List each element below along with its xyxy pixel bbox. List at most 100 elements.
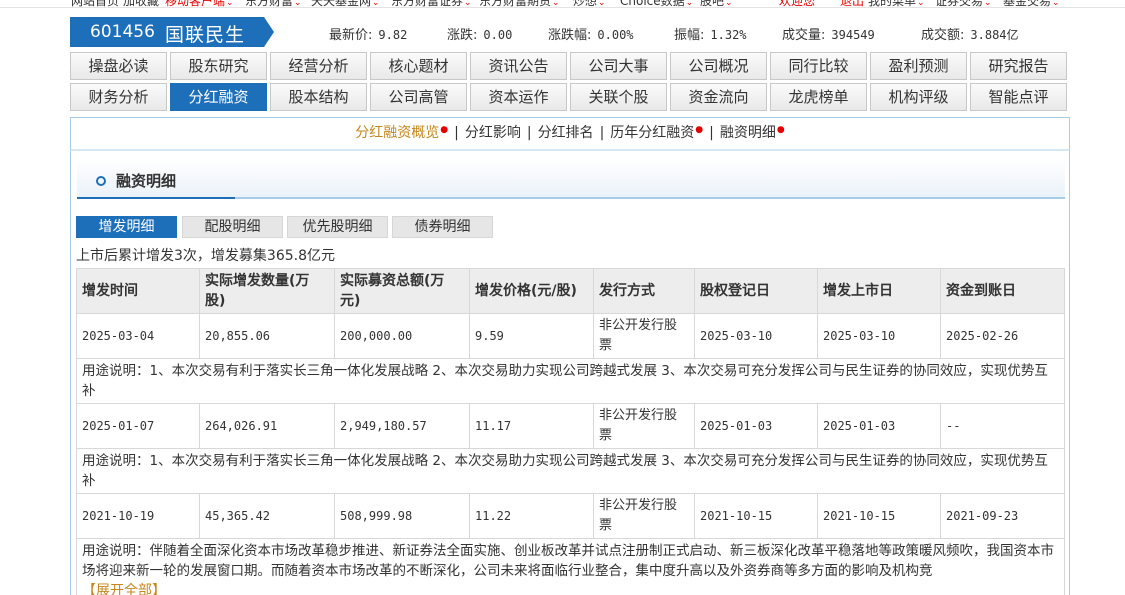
top-nav-item[interactable]: 炒想⌄ [573,0,606,9]
tab-row1-2[interactable]: 经营分析 [270,52,367,80]
tab-row2-5[interactable]: 关联个股 [570,83,667,111]
tab-row2-0[interactable]: 财务分析 [70,83,167,111]
top-nav-item[interactable]: 基金交易⌄ [1003,0,1060,9]
col-header-listing-date: 增发上市日 [817,268,941,314]
tab-row2-3[interactable]: 公司高管 [370,83,467,111]
col-header-issue-price: 增发价格(元/股) [469,268,594,314]
cell-record-date: 2025-01-03 [694,403,818,449]
quote-volume: 成交量: 394549 [782,28,875,43]
cell-issue-date: 2025-01-07 [76,403,200,449]
table-usage-row: 用途说明：伴随着全面深化资本市场改革稳步推进、新证券法全面实施、创业板改革并试点… [76,538,1065,595]
tab-row1-5[interactable]: 公司大事 [570,52,667,80]
cell-record-date: 2025-03-10 [694,313,818,359]
cell-funds-arrival-date: 2025-02-26 [940,313,1065,359]
usage-description: 用途说明：1、本次交易有利于落实长三角一体化发展战略 2、本次交易助力实现公司跨… [76,448,1065,494]
chevron-down-icon: ⌄ [1052,0,1060,8]
issuance-table: 增发时间 实际增发数量(万股) 实际募资总额(万元) 增发价格(元/股) 发行方… [76,268,1065,595]
top-nav-item[interactable]: 加收藏 [123,0,159,9]
top-nav-item[interactable]: 移动客户端⌄ [165,0,234,9]
subnav-link[interactable]: 历年分红融资 [610,125,694,141]
usage-description: 用途说明：1、本次交易有利于落实长三角一体化发展战略 2、本次交易助力实现公司跨… [76,358,1065,404]
subnav-separator: | [454,125,459,141]
table-header-row: 增发时间 实际增发数量(万股) 实际募资总额(万元) 增发价格(元/股) 发行方… [76,268,1065,314]
top-nav-item[interactable]: 证券交易⌄ [935,0,992,9]
chevron-down-icon: ⌄ [552,0,560,8]
cell-raised-amount: 200,000.00 [334,313,470,359]
tab-row1-0[interactable]: 操盘必读 [70,52,167,80]
top-nav-item[interactable]: 欢迎您 [779,0,815,9]
chevron-down-icon: ⌄ [685,0,694,8]
usage-description: 用途说明：伴随着全面深化资本市场改革稳步推进、新证券法全面实施、创业板改革并试点… [76,538,1065,595]
section-header: 融资明细 [77,159,1065,199]
col-header-issue-quantity: 实际增发数量(万股) [199,268,335,314]
chevron-down-icon: ⌄ [598,0,606,8]
top-nav-item[interactable]: 我的菜单⌄ [868,0,925,9]
chevron-down-icon: ⌄ [464,0,472,8]
tab-row2-6[interactable]: 资金流向 [670,83,767,111]
new-dot-icon: ● [440,125,449,135]
cell-funds-arrival-date: 2021-09-23 [940,493,1065,539]
tab-row2-2[interactable]: 股本结构 [270,83,367,111]
tab-row1-8[interactable]: 盈利预测 [870,52,967,80]
subnav-link[interactable]: 分红融资概览 [355,125,439,141]
table-row: 2025-01-07 264,026.91 2,949,180.57 11.17… [76,403,1065,449]
section-underline [77,197,235,199]
table-row: 2025-03-04 20,855.06 200,000.00 9.59 非公开… [76,313,1065,359]
table-usage-row: 用途说明：1、本次交易有利于落实长三角一体化发展战略 2、本次交易助力实现公司跨… [76,358,1065,404]
subnav-separator: | [709,125,714,141]
tab-row1-1[interactable]: 股东研究 [170,52,267,80]
col-header-funds-arrival-date: 资金到账日 [940,268,1065,314]
quote-change-pct: 涨跌幅: 0.00% [548,28,634,43]
subtab-additional-issuance[interactable]: 增发明细 [76,216,177,238]
subnav-link[interactable]: 分红影响 [465,125,521,141]
cell-issue-method: 非公开发行股票 [593,493,695,539]
top-nav-item[interactable]: 网站首页 [71,0,119,9]
tab-row2-4[interactable]: 资本运作 [470,83,567,111]
col-header-issue-method: 发行方式 [593,268,695,314]
subtab-bonds[interactable]: 债券明细 [392,216,493,238]
subtab-preferred-stock[interactable]: 优先股明细 [287,216,388,238]
quote-latest-price: 最新价: 9.82 [329,28,408,43]
tab-row1-3[interactable]: 核心题材 [370,52,467,80]
subnav-link[interactable]: 分红排名 [538,125,594,141]
tab-row2-9[interactable]: 智能点评 [970,83,1067,111]
stock-badge: 601456 国联民生 [70,17,274,47]
stock-bar: 601456 国联民生 最新价: 9.82 涨跌: 0.00 涨跌幅: 0.00% 振… [70,17,1070,47]
expand-all-link[interactable]: 【展开全部】 [82,583,166,595]
dividend-subnav: 分红融资概览● | 分红影响 | 分红排名 | 历年分红融资● | 融资明细● [70,117,1070,149]
top-nav-item[interactable]: 东方财富期货⌄ [479,0,560,9]
table-usage-row: 用途说明：1、本次交易有利于落实长三角一体化发展战略 2、本次交易助力实现公司跨… [76,448,1065,494]
tab-row1-4[interactable]: 资讯公告 [470,52,567,80]
tab-row2-8[interactable]: 机构评级 [870,83,967,111]
stock-code: 601456 [90,22,155,42]
top-nav-item[interactable]: Choice数据⌄ [620,0,693,9]
circle-bullet-icon [96,176,106,186]
cell-issue-quantity: 45,365.42 [199,493,335,539]
top-nav-item[interactable]: 股吧⌄ [700,0,733,9]
top-nav-item[interactable]: 天天基金网⌄ [311,0,380,9]
top-nav-item[interactable]: 退出 [840,0,864,9]
section-title: 融资明细 [116,172,177,190]
top-nav-item[interactable]: 东方财富证券⌄ [391,0,472,9]
tab-row2-1[interactable]: 分红融资 [170,83,267,111]
cell-record-date: 2021-10-15 [694,493,818,539]
quote-amplitude: 振幅: 1.32% [674,28,747,43]
tab-row1-6[interactable]: 公司概况 [670,52,767,80]
cell-issue-quantity: 20,855.06 [199,313,335,359]
cell-issue-price: 11.22 [469,493,594,539]
chevron-down-icon: ⌄ [372,0,380,8]
tab-row2-7[interactable]: 龙虎榜单 [770,83,867,111]
top-nav-item[interactable]: 东方财富⌄ [245,0,302,9]
tab-row1-9[interactable]: 研究报告 [970,52,1067,80]
cell-issue-method: 非公开发行股票 [593,313,695,359]
subtab-rights-issue[interactable]: 配股明细 [182,216,283,238]
cell-funds-arrival-date: -- [940,403,1065,449]
subnav-link[interactable]: 融资明细 [720,125,776,141]
cell-issue-method: 非公开发行股票 [593,403,695,449]
cell-issue-price: 11.17 [469,403,594,449]
new-dot-icon: ● [776,125,785,135]
tab-row1-7[interactable]: 同行比较 [770,52,867,80]
chevron-down-icon: ⌄ [917,0,925,8]
chevron-down-icon: ⌄ [725,0,733,8]
issuance-summary: 上市后累计增发3次，增发募集365.8亿元 [76,248,335,264]
